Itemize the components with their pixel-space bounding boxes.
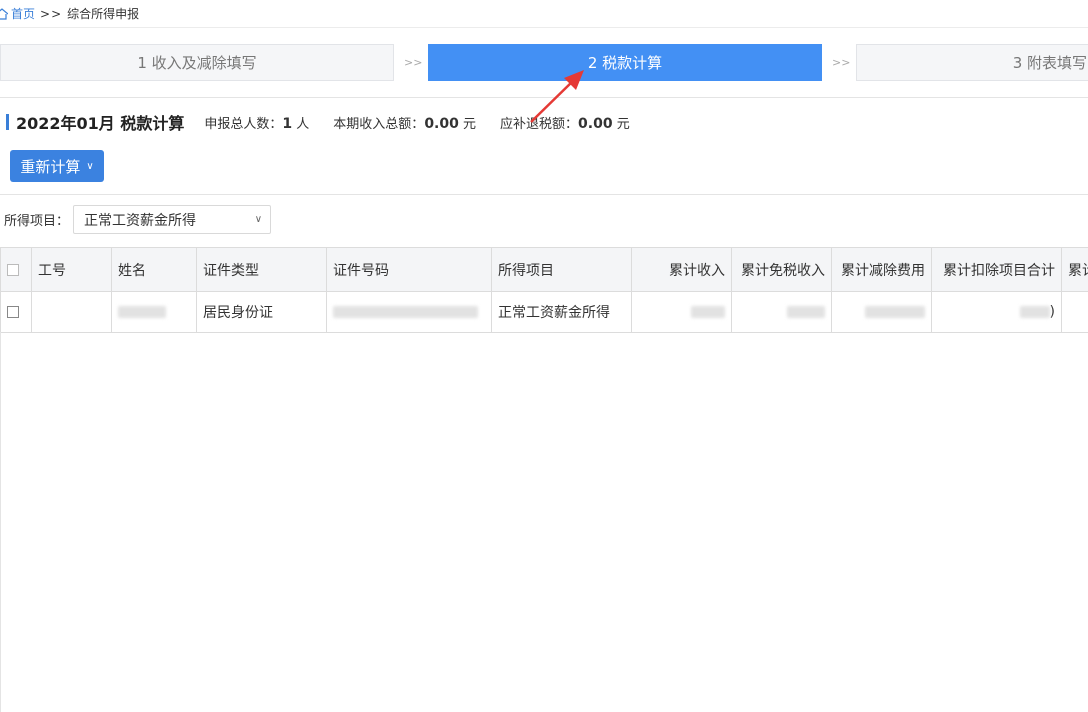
- redacted-id-number: [333, 306, 478, 318]
- recalculate-button[interactable]: 重新计算 ∨: [10, 150, 104, 182]
- home-icon[interactable]: [0, 7, 8, 20]
- row-select-cell: [0, 291, 32, 333]
- redacted-value: [865, 306, 925, 318]
- cumulative-deduction-cell: [831, 291, 932, 333]
- column-header[interactable]: 证件类型: [196, 247, 327, 292]
- redacted-value: [787, 306, 825, 318]
- tax-calculation-table: 工号 姓名 证件类型 证件号码 所得项目 累计收入 累计免税收入 累计减除费用 …: [0, 247, 1088, 333]
- column-header[interactable]: 姓名: [111, 247, 197, 292]
- tax-summary: 2022年01月 税款计算 申报总人数：1 人 本期收入总额：0.00 元 应补…: [6, 111, 654, 133]
- step-attachment-form[interactable]: 3 附表填写: [856, 44, 1088, 81]
- cumulative-tax-free-income-cell: [731, 291, 832, 333]
- chevron-down-icon: ∨: [86, 160, 94, 172]
- table-body-border: [0, 332, 1, 712]
- income-total: 本期收入总额：0.00 元: [333, 115, 477, 132]
- id-number-cell: [326, 291, 492, 333]
- tax-payable: 应补退税额：0.00 元: [500, 115, 630, 132]
- income-item-select-value: 正常工资薪金所得: [84, 212, 197, 229]
- employee-id-cell: [31, 291, 112, 333]
- cumulative-deduction-total-cell: ): [931, 291, 1062, 333]
- table-row[interactable]: 居民身份证 正常工资薪金所得 ): [0, 291, 1088, 333]
- declarant-count: 申报总人数：1 人: [204, 115, 310, 132]
- income-item-select[interactable]: 正常工资薪金所得 ∨: [73, 205, 272, 234]
- column-header[interactable]: 所得项目: [491, 247, 632, 292]
- table-header-row: 工号 姓名 证件类型 证件号码 所得项目 累计收入 累计免税收入 累计减除费用 …: [0, 247, 1088, 292]
- column-header[interactable]: 累计: [1061, 247, 1088, 292]
- step-separator: >>: [832, 56, 851, 69]
- select-all-checkbox[interactable]: [7, 263, 19, 276]
- divider: [0, 97, 1088, 98]
- filter-label: 所得项目：: [4, 214, 70, 229]
- income-item-filter: 所得项目： 正常工资薪金所得 ∨: [4, 205, 272, 234]
- column-header[interactable]: 累计收入: [631, 247, 732, 292]
- id-type-cell: 居民身份证: [196, 291, 327, 333]
- breadcrumb-home-link[interactable]: 首页: [11, 5, 35, 22]
- chevron-down-icon: ∨: [254, 214, 263, 225]
- breadcrumb-separator: >>: [40, 6, 63, 21]
- section-marker: [6, 114, 9, 130]
- divider: [0, 194, 1088, 195]
- row-checkbox[interactable]: [7, 306, 19, 318]
- cumulative-extra-cell: [1061, 291, 1088, 333]
- redacted-value: [691, 306, 725, 318]
- column-header[interactable]: 证件号码: [326, 247, 492, 292]
- breadcrumb: 首页 >> 综合所得申报: [0, 0, 1088, 28]
- select-all-cell: [0, 247, 32, 292]
- column-header[interactable]: 累计免税收入: [731, 247, 832, 292]
- redacted-name: [118, 306, 166, 318]
- annotation-arrow: [530, 70, 584, 123]
- page-title: 2022年01月 税款计算: [16, 114, 185, 133]
- step-tax-calculation[interactable]: 2 税款计算: [428, 44, 822, 81]
- redacted-value: [1019, 306, 1050, 318]
- name-cell: [111, 291, 197, 333]
- breadcrumb-current: 综合所得申报: [67, 7, 140, 21]
- column-header[interactable]: 累计减除费用: [831, 247, 932, 292]
- step-navigation: 1 收入及减除填写 >> 2 税款计算 >> 3 附表填写: [0, 44, 1088, 82]
- column-header[interactable]: 工号: [31, 247, 112, 292]
- income-item-cell: 正常工资薪金所得: [491, 291, 632, 333]
- cumulative-income-cell: [631, 291, 732, 333]
- step-separator: >>: [404, 56, 423, 69]
- column-header[interactable]: 累计扣除项目合计: [931, 247, 1062, 292]
- recalculate-button-label: 重新计算: [20, 157, 81, 176]
- step-income-deduction[interactable]: 1 收入及减除填写: [0, 44, 394, 81]
